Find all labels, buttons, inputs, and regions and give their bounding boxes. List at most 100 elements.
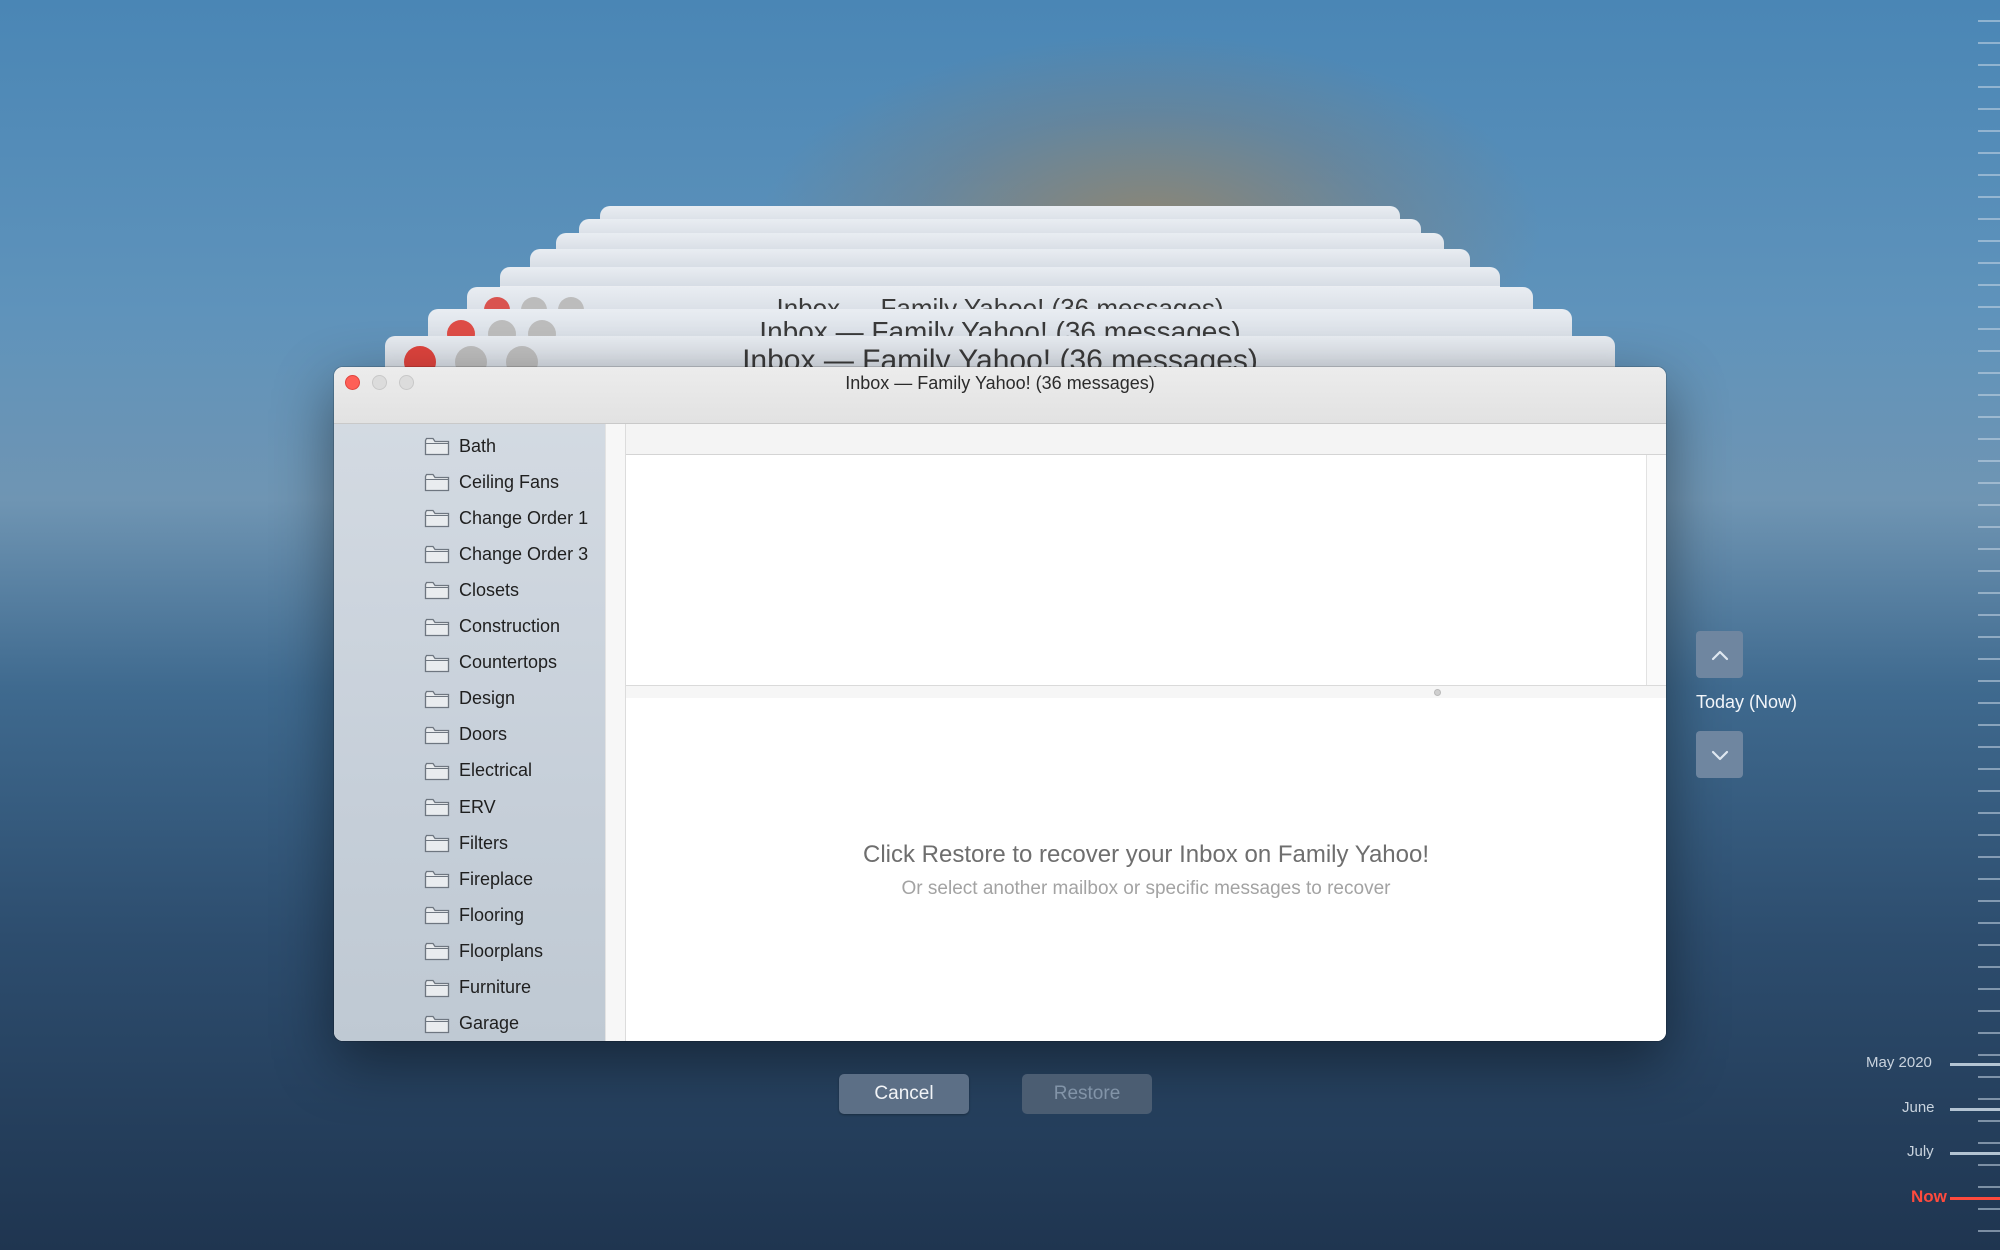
timeline-tick[interactable] [1978,900,2000,902]
timeline-label-may-2020[interactable]: May 2020 [1866,1054,1932,1071]
timeline-tick[interactable] [1978,1054,2000,1056]
timeline-tick[interactable] [1978,350,2000,352]
timeline-label-july[interactable]: July [1907,1143,1934,1160]
timeline-tick[interactable] [1978,526,2000,528]
sidebar-folder-item[interactable]: Change Order 1 [424,504,588,532]
timeline-tick[interactable] [1978,196,2000,198]
sidebar-folder-item[interactable]: Design [424,685,515,713]
timeline-tick[interactable] [1978,372,2000,374]
title-bar[interactable]: Inbox — Family Yahoo! (36 messages) [334,367,1666,424]
timeline-tick[interactable] [1978,394,2000,396]
sidebar-folder-item[interactable]: Countertops [424,649,557,677]
timeline-tick[interactable] [1978,438,2000,440]
timeline-tick[interactable] [1978,966,2000,968]
forward-in-time-button[interactable] [1696,731,1743,778]
timeline-tick[interactable] [1978,1208,2000,1210]
restore-button[interactable]: Restore [1022,1074,1152,1114]
timeline-tick[interactable] [1978,1010,2000,1012]
timeline-tick[interactable] [1978,306,2000,308]
timeline-tick[interactable] [1978,416,2000,418]
sidebar-folder-item[interactable]: Filters [424,829,508,857]
timeline-tick[interactable] [1978,570,2000,572]
folder-label: Doors [459,724,508,745]
sidebar-folder-item[interactable]: Change Order 3 [424,540,588,568]
timeline-tick[interactable] [1978,922,2000,924]
timeline-tick[interactable] [1978,504,2000,506]
timeline-tick[interactable] [1978,746,2000,748]
timeline-tick[interactable] [1978,174,2000,176]
timeline-tick[interactable] [1978,152,2000,154]
sidebar-scrollbar[interactable] [605,424,626,1041]
sidebar-folder-item[interactable]: Electrical [424,757,532,785]
timeline-tick[interactable] [1978,988,2000,990]
timeline-tick[interactable] [1978,768,2000,770]
timeline-marker[interactable] [1950,1108,2000,1111]
cancel-button[interactable]: Cancel [839,1074,969,1114]
timeline-tick[interactable] [1978,108,2000,110]
timeline-tick[interactable] [1978,1076,2000,1078]
sidebar-folder-item[interactable]: Construction [424,613,560,641]
timeline-tick[interactable] [1978,702,2000,704]
timeline-tick[interactable] [1978,658,2000,660]
splitter-handle-icon[interactable] [1434,689,1441,696]
timeline-tick[interactable] [1978,1032,2000,1034]
timeline-tick[interactable] [1978,1142,2000,1144]
timeline-tick[interactable] [1978,86,2000,88]
mail-window[interactable]: Inbox — Family Yahoo! (36 messages) Bath… [334,367,1666,1041]
sidebar-folder-item[interactable]: Fireplace [424,865,533,893]
pane-splitter[interactable] [626,685,1666,699]
timeline-tick[interactable] [1978,856,2000,858]
timeline-tick[interactable] [1978,592,2000,594]
timeline-tick[interactable] [1978,262,2000,264]
timeline-tick[interactable] [1978,460,2000,462]
timeline-marker[interactable] [1950,1063,2000,1066]
timeline-tick[interactable] [1978,1230,2000,1232]
timeline-tick[interactable] [1978,614,2000,616]
sidebar-folder-item[interactable]: Bath [424,432,496,460]
timeline-tick[interactable] [1978,328,2000,330]
chevron-up-icon [1711,650,1728,660]
timeline-tick[interactable] [1978,130,2000,132]
timeline-tick[interactable] [1978,680,2000,682]
folder-label: Flooring [459,904,525,925]
folder-label: Change Order 3 [459,543,589,564]
timeline-tick[interactable] [1978,834,2000,836]
timeline-tick[interactable] [1978,218,2000,220]
mailbox-sidebar[interactable]: Bath Ceiling Fans Change Order 1 Change Ord… [334,424,605,1041]
restore-subtext: Or select another mailbox or specific me… [901,878,1391,899]
timeline-tick[interactable] [1978,724,2000,726]
timeline-tick[interactable] [1978,812,2000,814]
timeline-marker[interactable] [1950,1152,2000,1155]
sidebar-folder-item[interactable]: Floorplans [424,937,543,965]
timeline-tick[interactable] [1978,20,2000,22]
message-list-scrollbar[interactable] [1646,455,1666,685]
timeline-tick[interactable] [1978,1186,2000,1188]
timeline-tick[interactable] [1978,878,2000,880]
message-list[interactable] [626,455,1646,685]
timeline-tick[interactable] [1978,1098,2000,1100]
message-list-header[interactable] [626,424,1666,455]
timeline-tick[interactable] [1978,42,2000,44]
timeline-tick[interactable] [1978,284,2000,286]
timeline-tick[interactable] [1978,1164,2000,1166]
timeline-tick[interactable] [1978,1120,2000,1122]
timeline-label-now[interactable]: Now [1911,1187,1947,1207]
timeline-marker[interactable] [1950,1197,2000,1200]
timeline-tick[interactable] [1978,482,2000,484]
back-in-time-button[interactable] [1696,631,1743,678]
sidebar-folder-item[interactable]: ERV [424,793,496,821]
sidebar-folder-item[interactable]: Closets [424,576,519,604]
timeline-tick[interactable] [1978,548,2000,550]
timeline-tick[interactable] [1978,944,2000,946]
timeline-label-june[interactable]: June [1902,1099,1935,1116]
timeline-tick[interactable] [1978,64,2000,66]
sidebar-folder-item[interactable]: Ceiling Fans [424,468,559,496]
sidebar-folder-item[interactable]: Furniture [424,974,531,1002]
folder-icon [424,508,459,528]
timeline-tick[interactable] [1978,240,2000,242]
timeline-tick[interactable] [1978,790,2000,792]
sidebar-folder-item[interactable]: Doors [424,721,507,749]
sidebar-folder-item[interactable]: Flooring [424,901,524,929]
timeline-tick[interactable] [1978,636,2000,638]
sidebar-folder-item[interactable]: Garage [424,1010,519,1038]
